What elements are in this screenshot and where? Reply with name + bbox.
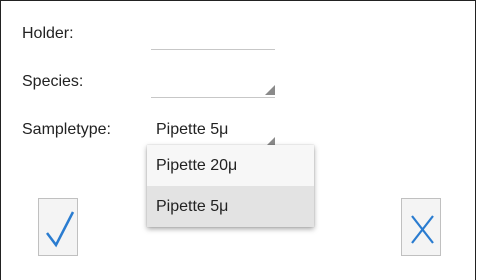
species-label: Species: — [22, 73, 84, 90]
holder-input[interactable] — [151, 29, 275, 50]
sampletype-value: Pipette 5μ — [156, 121, 229, 138]
checkmark-icon — [46, 211, 75, 248]
close-icon — [411, 215, 434, 244]
spinner-arrow-icon — [265, 85, 275, 95]
confirm-button[interactable] — [38, 198, 78, 256]
dropdown-option-pipette-5[interactable]: Pipette 5μ — [147, 186, 314, 227]
holder-label: Holder: — [22, 25, 74, 42]
dialog-frame: Holder: Species: Sampletype: Pipette 5μ … — [0, 0, 476, 280]
cancel-button[interactable] — [401, 198, 441, 256]
species-spinner[interactable] — [151, 77, 275, 98]
sampletype-dropdown: Pipette 20μ Pipette 5μ — [147, 145, 314, 227]
sampletype-label: Sampletype: — [22, 121, 111, 138]
dropdown-option-pipette-20[interactable]: Pipette 20μ — [147, 145, 314, 186]
